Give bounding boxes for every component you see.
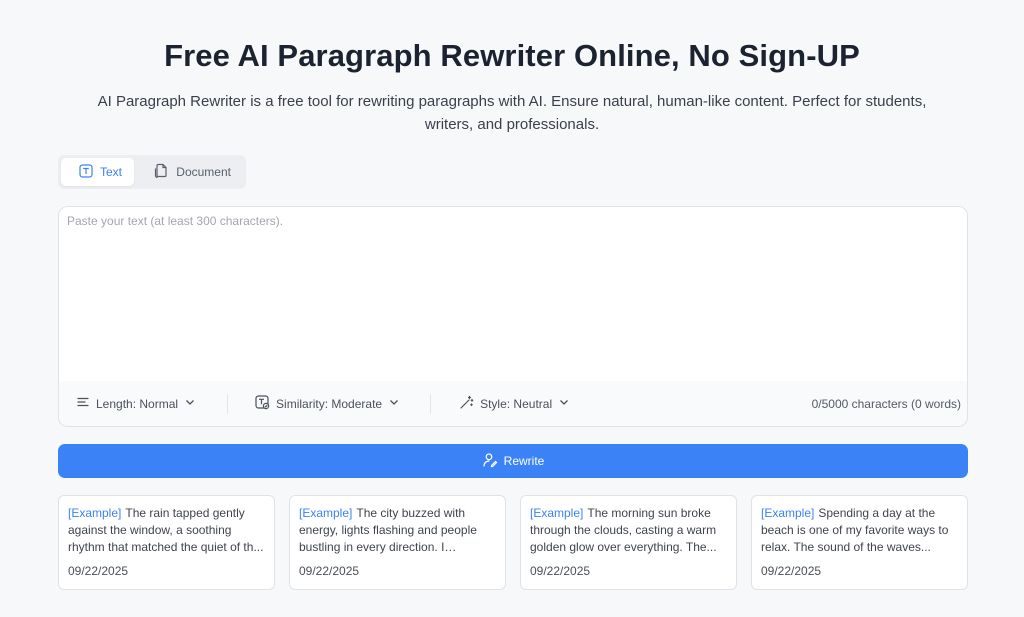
page-title: Free AI Paragraph Rewriter Online, No Si… bbox=[164, 38, 860, 73]
rewrite-button[interactable]: Rewrite bbox=[58, 444, 968, 478]
example-date: 09/22/2025 bbox=[68, 564, 129, 578]
magic-wand-icon bbox=[459, 395, 474, 413]
example-card[interactable]: [Example] Spending a day at the beach is … bbox=[751, 495, 968, 590]
example-tag: [Example] bbox=[530, 506, 584, 520]
rewrite-label: Rewrite bbox=[503, 454, 545, 468]
example-date: 09/22/2025 bbox=[761, 564, 822, 578]
example-cards: [Example] The rain tapped gently against … bbox=[58, 495, 968, 590]
length-label: Length: Normal bbox=[96, 396, 179, 411]
example-text: [Example] The morning sun broke through t… bbox=[530, 505, 727, 556]
tab-document-label: Document bbox=[176, 165, 231, 179]
length-dropdown[interactable]: Length: Normal bbox=[76, 395, 196, 412]
example-tag: [Example] bbox=[299, 506, 353, 520]
text-editor: Length: Normal Similarity: Moderate bbox=[58, 206, 968, 427]
tab-text[interactable]: Text bbox=[61, 158, 135, 186]
text-icon bbox=[79, 163, 93, 181]
example-date: 09/22/2025 bbox=[299, 564, 360, 578]
mode-tabs: Text Document bbox=[58, 155, 246, 189]
example-card[interactable]: [Example] The morning sun broke through t… bbox=[520, 495, 737, 590]
chevron-down-icon bbox=[558, 396, 570, 411]
character-count: 0/5000 characters (0 words) bbox=[811, 396, 961, 411]
example-card[interactable]: [Example] The rain tapped gently against … bbox=[58, 495, 275, 590]
tab-text-label: Text bbox=[100, 165, 123, 179]
example-date: 09/22/2025 bbox=[530, 564, 591, 578]
example-tag: [Example] bbox=[761, 506, 815, 520]
text-input[interactable] bbox=[59, 207, 967, 383]
toolbar-divider bbox=[430, 393, 432, 414]
similarity-icon bbox=[255, 394, 270, 413]
style-label: Style: Neutral bbox=[480, 396, 553, 411]
page-subtitle: AI Paragraph Rewriter is a free tool for… bbox=[97, 93, 927, 133]
rewrite-icon bbox=[482, 452, 498, 471]
editor-toolbar: Length: Normal Similarity: Moderate Styl… bbox=[59, 381, 967, 426]
tab-document[interactable]: Document bbox=[136, 158, 243, 186]
similarity-dropdown[interactable]: Similarity: Moderate bbox=[255, 394, 400, 413]
chevron-down-icon bbox=[388, 396, 400, 411]
example-card[interactable]: [Example] The city buzzed with energy, li… bbox=[289, 495, 506, 590]
similarity-label: Similarity: Moderate bbox=[276, 396, 383, 411]
document-icon bbox=[154, 163, 169, 181]
example-text: [Example] Spending a day at the beach is … bbox=[761, 505, 958, 556]
toolbar-divider bbox=[227, 393, 229, 414]
example-text: [Example] The city buzzed with energy, li… bbox=[299, 505, 496, 556]
lines-icon bbox=[76, 395, 90, 412]
page: Free AI Paragraph Rewriter Online, No Si… bbox=[0, 0, 1024, 617]
style-dropdown[interactable]: Style: Neutral bbox=[459, 395, 570, 413]
example-tag: [Example] bbox=[68, 506, 122, 520]
chevron-down-icon bbox=[184, 396, 196, 411]
example-text: [Example] The rain tapped gently against … bbox=[68, 505, 265, 556]
